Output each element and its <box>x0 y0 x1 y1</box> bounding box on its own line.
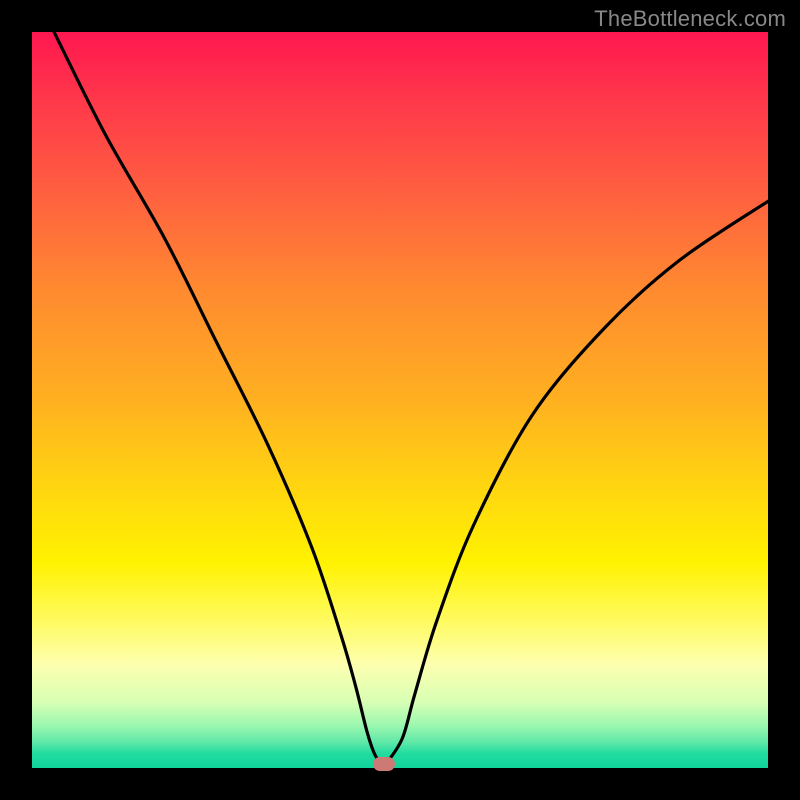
bottleneck-curve <box>32 32 768 768</box>
optimal-point-marker <box>373 757 395 771</box>
watermark-text: TheBottleneck.com <box>594 6 786 32</box>
chart-plot-area <box>32 32 768 768</box>
